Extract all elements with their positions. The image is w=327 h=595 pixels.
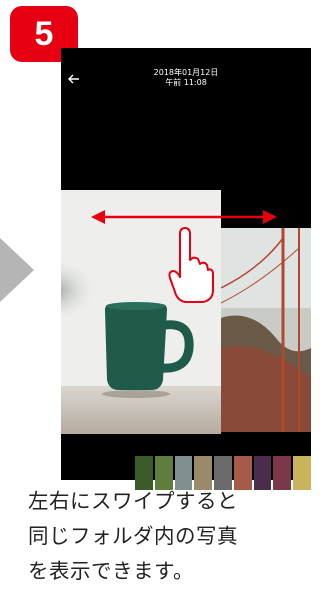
flow-arrow-icon [0,238,34,302]
caption-line: 同じフォルダ内の写真 [28,524,238,548]
current-photo[interactable] [61,190,221,434]
next-photo[interactable] [221,228,311,432]
caption-line: を表示できます。 [28,559,194,583]
photo-date: 2018年01月12日 [153,68,219,77]
photo-time: 午前 11:08 [165,78,207,87]
bridge-photo-illustration [221,228,311,432]
viewer-header: 2018年01月12日 午前 11:08 [61,58,311,103]
caption-line: 左右にスワイプすると [28,489,238,513]
phone-screen: 2018年01月12日 午前 11:08 [61,48,312,516]
status-bar [61,48,311,58]
mug-photo-illustration [61,190,221,434]
photo-viewer[interactable] [61,102,311,450]
caption-text: 左右にスワイプすると 同じフォルダ内の写真 を表示できます。 [28,484,324,589]
